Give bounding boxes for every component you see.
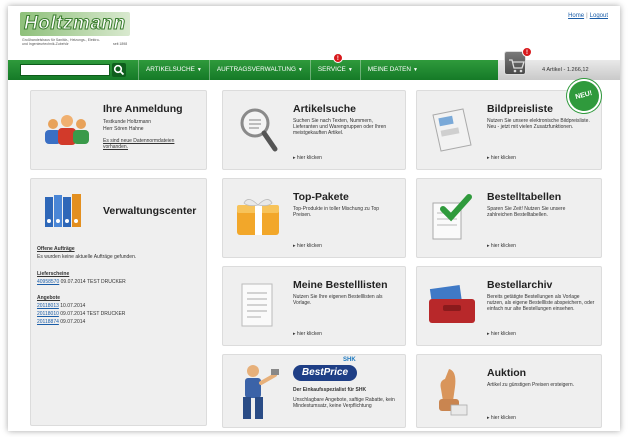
bestelltabellen-title: Bestelltabellen — [487, 191, 562, 203]
cart-area[interactable]: ! 4 Artikel - 1.266,12 — [498, 47, 620, 80]
open-orders-text: Es wurden keine aktuelle Aufträge gefund… — [37, 254, 137, 260]
nav-artikelsuche[interactable]: ARTIKELSUCHE ▼ — [138, 60, 209, 80]
auktion-link[interactable]: ▸ hier klicken — [487, 415, 516, 421]
checklist-icon — [432, 194, 472, 240]
bildpreisliste-card[interactable]: Bildpreisliste Nutzen Sie unsere elektro… — [416, 77, 603, 170]
home-link[interactable]: Home — [568, 13, 584, 19]
bildpreisliste-title: Bildpreisliste — [487, 103, 553, 115]
bestprice-card[interactable]: BestPrice SHK Der Einkaufsspezialist für… — [222, 354, 406, 428]
list-document-icon — [241, 283, 273, 327]
datanorm-notice-link[interactable]: Es sind neue Datennormdateien vorhanden. — [103, 138, 183, 150]
delivery-number-link[interactable]: 40958570 — [37, 279, 59, 285]
nav-service[interactable]: SERVICE ▼ ! — [309, 53, 360, 80]
offer-date: 09.07.2014 — [60, 319, 86, 325]
top-links: Home | Logout — [568, 13, 608, 19]
logo-tagline: Großhandelshaus für Sanitär-, Heizungs-,… — [22, 38, 100, 46]
artikelsuche-card[interactable]: Artikelsuche Suchen Sie nach Texten, Num… — [222, 90, 406, 170]
top-pakete-title: Top-Pakete — [293, 191, 349, 203]
link-separator: | — [586, 13, 588, 19]
top-pakete-card[interactable]: Top-Pakete Top-Produkte in toller Mischu… — [222, 178, 406, 258]
app-window: Holtzmann Großhandelshaus für Sanitär-, … — [8, 6, 620, 431]
package-icon — [237, 199, 279, 235]
bildpreisliste-link[interactable]: ▸ hier klicken — [487, 155, 516, 161]
holtzmann-logo[interactable]: Holtzmann Großhandelshaus für Sanitär-, … — [20, 12, 138, 52]
offer-row: 20118013 10.07.2014 — [37, 303, 85, 310]
login-title: Ihre Anmeldung — [103, 103, 183, 115]
offer-note: TEST DRUCKER — [86, 311, 126, 317]
cart-alert-badge: ! — [522, 47, 532, 57]
auktion-title: Auktion — [487, 367, 527, 379]
chevron-down-icon: ▼ — [412, 67, 418, 73]
bestelllisten-desc: Nutzen Sie Ihre eigenen Bestelllisten al… — [293, 294, 383, 306]
worker-icon — [243, 365, 279, 419]
nav-meine-daten[interactable]: MEINE DATEN ▼ — [359, 60, 425, 80]
top-pakete-desc: Top-Produkte in toller Mischung zu Top P… — [293, 206, 380, 218]
offer-date: 10.07.2014 — [60, 303, 86, 309]
delivery-row: 40958570 09.07.2014 TEST DRUCKER — [37, 279, 126, 286]
offer-number-link[interactable]: 20118874 — [37, 319, 59, 325]
admin-center-title: Verwaltungscenter — [103, 205, 197, 217]
login-company: Testkunde Holtzmann — [103, 119, 152, 125]
nav-label: SERVICE — [317, 66, 346, 73]
offer-number-link[interactable]: 20118013 — [37, 303, 59, 309]
login-card: Ihre Anmeldung Testkunde Holtzmann Herr … — [30, 90, 207, 170]
offer-row: 20118874 09.07.2014 — [37, 319, 85, 326]
delivery-note: TEST DRUCKER — [86, 279, 126, 285]
service-alert-badge: ! — [332, 53, 343, 63]
catalog-icon — [432, 108, 472, 152]
bestellarchiv-title: Bestellarchiv — [487, 279, 553, 291]
artikelsuche-desc: Suchen Sie nach Texten, Nummern, Liefera… — [293, 118, 387, 136]
delivery-date: 09.07.2014 — [60, 279, 86, 285]
bestprice-logo: BestPrice — [293, 365, 357, 381]
auction-hand-icon — [439, 369, 468, 416]
new-badge: NEU! — [565, 77, 603, 115]
magnifier-icon — [240, 108, 278, 152]
artikelsuche-title: Artikelsuche — [293, 103, 357, 115]
bildpreisliste-desc: Nutzen Sie unsere elektronische Bildprei… — [487, 118, 590, 130]
bestelltabellen-card[interactable]: Bestelltabellen Sparen Sie Zeit! Nutzen … — [416, 178, 602, 258]
archive-box-icon — [429, 284, 475, 323]
search-input[interactable] — [20, 64, 110, 76]
bestelltabellen-link[interactable]: ▸ hier klicken — [487, 243, 516, 249]
open-orders-link[interactable]: Offene Aufträge — [37, 246, 75, 253]
chevron-down-icon: ▼ — [196, 67, 202, 73]
logout-link[interactable]: Logout — [590, 13, 608, 19]
login-user: Herr Sören Hahne — [103, 126, 144, 132]
bestelllisten-card[interactable]: Meine Bestelllisten Nutzen Sie Ihre eige… — [222, 266, 406, 346]
nav-label: ARTIKELSUCHE — [146, 66, 195, 73]
logo-wordmark: Holtzmann — [20, 12, 130, 36]
bestprice-subtitle: Der Einkaufsspezialist für SHK — [293, 387, 367, 393]
offer-number-link[interactable]: 20118010 — [37, 311, 59, 317]
cart-summary: 4 Artikel - 1.266,12 — [542, 67, 589, 73]
offers-link[interactable]: Angebote — [37, 295, 60, 302]
bestelltabellen-desc: Sparen Sie Zeit! Nutzen Sie unsere zahlr… — [487, 206, 566, 218]
top-pakete-link[interactable]: ▸ hier klicken — [293, 243, 322, 249]
auktion-card[interactable]: Auktion Artikel zu günstigen Preisen ers… — [416, 354, 602, 428]
offer-date: 09.07.2014 — [60, 311, 86, 317]
auktion-desc: Artikel zu günstigen Preisen ersteigern. — [487, 382, 574, 388]
nav-label: MEINE DATEN — [367, 66, 411, 73]
logo-year: seit 1898 — [113, 42, 128, 46]
nav-auftragsverwaltung[interactable]: AUFTRAGSVERWALTUNG ▼ — [208, 60, 310, 80]
artikelsuche-link[interactable]: ▸ hier klicken — [293, 155, 322, 161]
bestellarchiv-card[interactable]: Bestellarchiv Bereits getätigte Bestellu… — [416, 266, 602, 346]
admin-center-card: Verwaltungscenter Offene Aufträge Es wur… — [30, 178, 207, 426]
binders-icon — [45, 194, 81, 227]
users-icon — [45, 115, 89, 145]
search-button[interactable] — [112, 63, 126, 77]
bestellarchiv-link[interactable]: ▸ hier klicken — [487, 331, 516, 337]
search-icon — [113, 64, 125, 76]
bestelllisten-title: Meine Bestelllisten — [293, 279, 388, 291]
bestellarchiv-desc: Bereits getätigte Bestellungen als Vorla… — [487, 294, 595, 312]
bestprice-desc: Unschlagbare Angebote, saftige Rabatte, … — [293, 397, 395, 409]
bestelllisten-link[interactable]: ▸ hier klicken — [293, 331, 322, 337]
chevron-down-icon: ▼ — [347, 67, 353, 73]
delivery-notes-link[interactable]: Lieferscheine — [37, 271, 69, 278]
main-navigation: ARTIKELSUCHE ▼ AUFTRAGSVERWALTUNG ▼ SERVIC… — [8, 47, 620, 80]
nav-label: AUFTRAGSVERWALTUNG — [216, 66, 296, 73]
chevron-down-icon: ▼ — [297, 67, 303, 73]
bestprice-shk-tag: SHK — [343, 357, 356, 363]
offer-row: 20118010 09.07.2014 TEST DRUCKER — [37, 311, 125, 318]
